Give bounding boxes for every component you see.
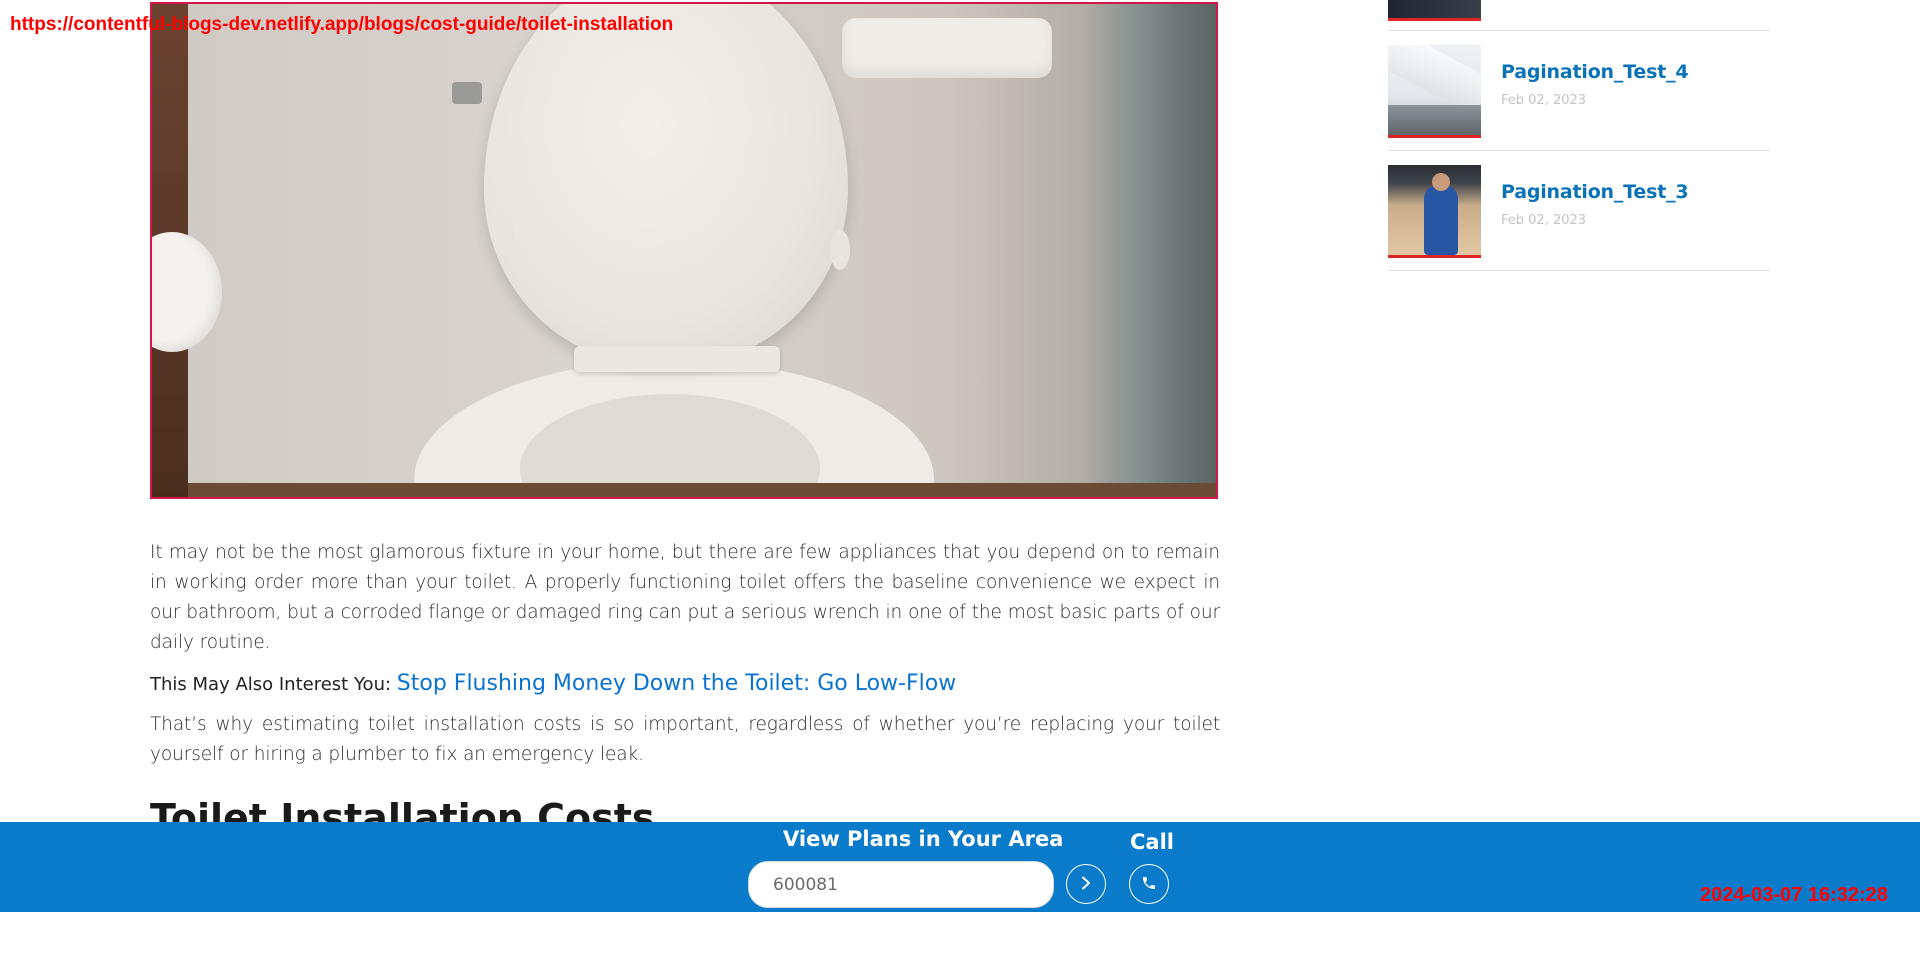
sidebar-item-pagination-test-3[interactable]: Pagination_Test_3 Feb 02, 2023 (1388, 151, 1770, 271)
hero-lid-bumper-right (830, 230, 850, 270)
also-interest-line: This May Also Interest You: Stop Flushin… (150, 669, 1220, 700)
call-button[interactable] (1129, 864, 1169, 904)
timestamp-overlay: 2024-03-07 16:32:28 (1700, 884, 1888, 906)
sidebar-item-title[interactable]: Pagination_Test_3 (1501, 181, 1689, 203)
phone-icon (1141, 875, 1157, 894)
roof-gutter-thumbnail[interactable] (1388, 45, 1481, 138)
hero-shower-curtain (1086, 4, 1216, 497)
hero-flush-handle (452, 82, 482, 104)
hero-floor (188, 483, 1216, 497)
zip-code-input[interactable] (748, 861, 1054, 908)
hero-toilet-paper (152, 232, 222, 352)
article-body: It may not be the most glamorous fixture… (150, 538, 1220, 770)
hero-seat-hinge (574, 346, 780, 372)
also-interest-link[interactable]: Stop Flushing Money Down the Toilet: Go … (397, 671, 956, 696)
sidebar-item-date: Feb 02, 2023 (1501, 213, 1587, 228)
call-label: Call (1130, 830, 1174, 854)
sidebar-item-pagination-test-4[interactable]: Pagination_Test_4 Feb 02, 2023 (1388, 31, 1770, 151)
sticky-plans-bar: View Plans in Your Area Call (0, 822, 1920, 912)
view-plans-title: View Plans in Your Area (783, 827, 1064, 851)
hero-lid-bumper-left (494, 214, 514, 254)
chevron-right-icon (1080, 876, 1092, 893)
hero-toilet-tank (842, 18, 1052, 78)
article-paragraph-estimating: That’s why estimating toilet installatio… (150, 714, 1220, 765)
technician-body-shape (1424, 185, 1458, 255)
hero-toilet-lid (484, 4, 848, 364)
zip-submit-button[interactable] (1066, 864, 1106, 904)
hero-image-toilet (150, 2, 1218, 499)
article-paragraph-intro: It may not be the most glamorous fixture… (150, 542, 1220, 653)
sidebar-item-date: Feb 02, 2023 (1501, 93, 1587, 108)
roof-shadow-shape (1388, 105, 1481, 135)
sidebar-item-previous[interactable] (1388, 0, 1770, 31)
sidebar-related-posts: Pagination_Test_4 Feb 02, 2023 Paginatio… (1388, 31, 1770, 271)
technician-thumbnail[interactable] (1388, 165, 1481, 258)
also-interest-label: This May Also Interest You: (150, 674, 392, 695)
sidebar-item-title[interactable]: Pagination_Test_4 (1501, 61, 1689, 83)
technician-head-shape (1432, 173, 1450, 191)
page-url-overlay: https://contentful-blogs-dev.netlify.app… (10, 14, 674, 35)
sidebar-thumb-previous[interactable] (1388, 0, 1481, 21)
